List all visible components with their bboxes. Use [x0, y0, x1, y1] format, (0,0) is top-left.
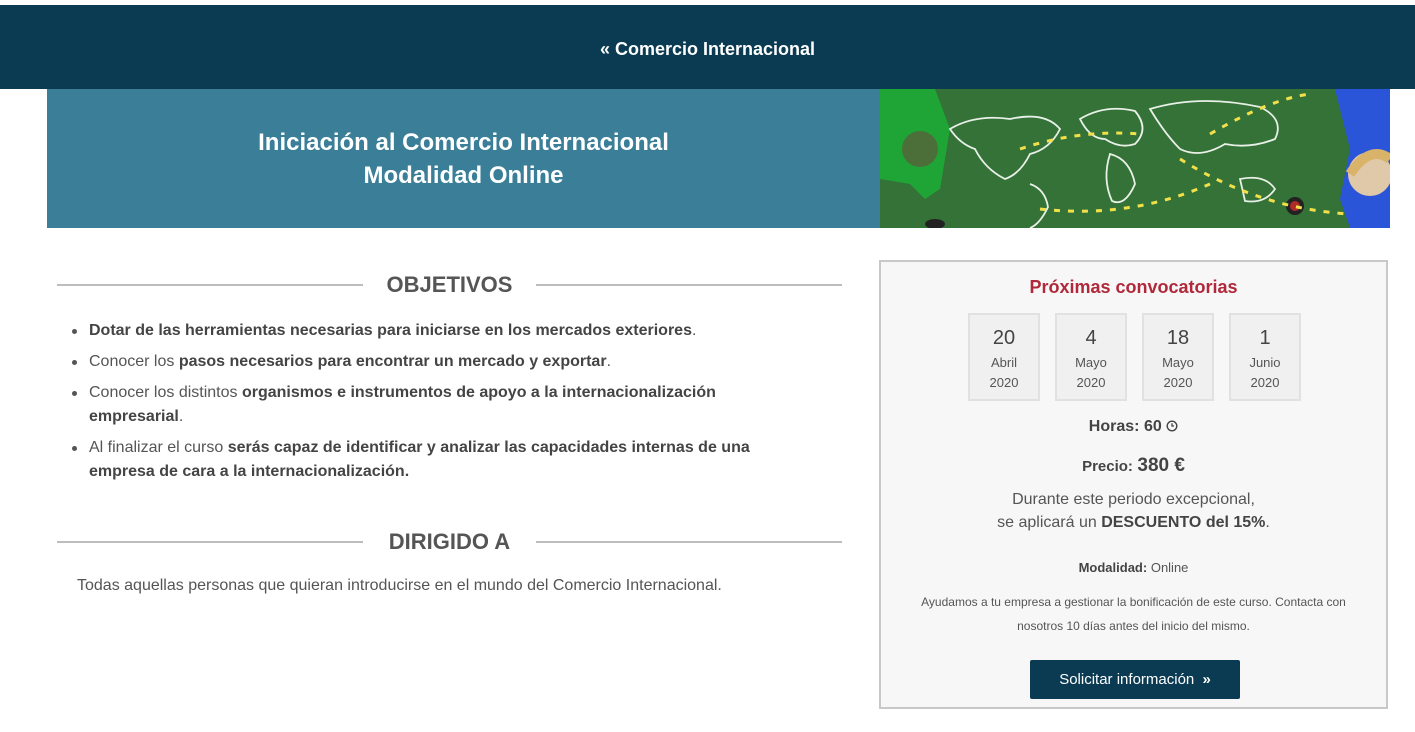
date-day: 4 — [1085, 327, 1097, 349]
modalidad-value: Online — [1150, 560, 1189, 575]
horas-label: Horas: — [1088, 418, 1140, 435]
date-card: 20 Abril 2020 — [968, 313, 1040, 401]
dirigido-heading: DIRIGIDO A — [57, 527, 842, 557]
help-line2: nosotros 10 días antes del inicio del mi… — [1017, 619, 1250, 633]
hero-banner: Iniciación al Comercio Internacional Mod… — [47, 89, 880, 228]
date-month: Junio — [1249, 355, 1281, 370]
precio-value: 380 € — [1137, 455, 1185, 476]
date-year: 2020 — [1250, 375, 1280, 390]
date-day: 1 — [1259, 327, 1271, 349]
divider — [536, 284, 842, 286]
date-year: 2020 — [989, 375, 1019, 390]
horas-row: Horas: 60 — [881, 418, 1386, 437]
list-item: Conocer los distintos organismos e instr… — [69, 381, 809, 429]
date-card: 4 Mayo 2020 — [1055, 313, 1127, 401]
course-modality-title: Modalidad Online — [363, 162, 564, 189]
date-month: Abril — [990, 355, 1017, 370]
precio-row: Precio: 380 € — [881, 455, 1386, 477]
solicitar-informacion-button[interactable]: Solicitar información » — [1030, 660, 1240, 699]
discount-post: . — [1265, 514, 1270, 531]
modalidad-row: Modalidad: Online — [881, 560, 1386, 575]
discount-pre: se aplicará un — [997, 514, 1102, 531]
help-line1: Ayudamos a tu empresa a gestionar la bon… — [921, 595, 1346, 609]
clock-icon — [1166, 419, 1178, 437]
divider — [57, 541, 363, 543]
objetivos-title: OBJETIVOS — [386, 272, 513, 297]
date-month: Mayo — [1162, 355, 1194, 370]
course-title: Iniciación al Comercio Internacional — [258, 129, 669, 156]
date-month: Mayo — [1075, 355, 1107, 370]
dirigido-title: DIRIGIDO A — [388, 529, 511, 554]
date-card: 1 Junio 2020 — [1229, 313, 1301, 401]
discount-line2: se aplicará un DESCUENTO del 15%. — [881, 514, 1386, 532]
convocatorias-title: Próximas convocatorias — [1029, 277, 1238, 297]
dirigido-text: Todas aquellas personas que quieran intr… — [77, 577, 722, 594]
list-item: Dotar de las herramientas necesarias par… — [69, 319, 809, 343]
modalidad-label: Modalidad: — [1078, 560, 1148, 575]
back-link-comercio-internacional[interactable]: « Comercio Internacional — [0, 39, 1415, 60]
button-label: Solicitar información — [1059, 671, 1195, 688]
objetivos-heading: OBJETIVOS — [57, 270, 842, 300]
list-item: Conocer los pasos necesarios para encont… — [69, 350, 809, 374]
date-card: 18 Mayo 2020 — [1142, 313, 1214, 401]
date-day: 18 — [1166, 327, 1190, 349]
convocatorias-panel: Próximas convocatorias 20 Abril 2020 4 M… — [879, 260, 1388, 709]
objetivos-list: Dotar de las herramientas necesarias par… — [69, 319, 809, 491]
horas-value: 60 — [1143, 418, 1162, 435]
divider — [57, 284, 363, 286]
list-item: Al finalizar el curso serás capaz de ide… — [69, 436, 809, 484]
date-day: 20 — [992, 327, 1016, 349]
divider — [536, 541, 842, 543]
date-year: 2020 — [1076, 375, 1106, 390]
precio-label: Precio: — [1082, 458, 1133, 475]
date-year: 2020 — [1163, 375, 1193, 390]
double-chevron-right-icon: » — [1202, 671, 1211, 688]
discount-bold: DESCUENTO del 15% — [1101, 514, 1266, 531]
discount-line1: Durante este periodo excepcional, — [1012, 491, 1255, 508]
hero-world-map-image — [880, 89, 1390, 228]
top-bar: « Comercio Internacional — [0, 5, 1415, 89]
world-map-illustration — [880, 89, 1390, 228]
